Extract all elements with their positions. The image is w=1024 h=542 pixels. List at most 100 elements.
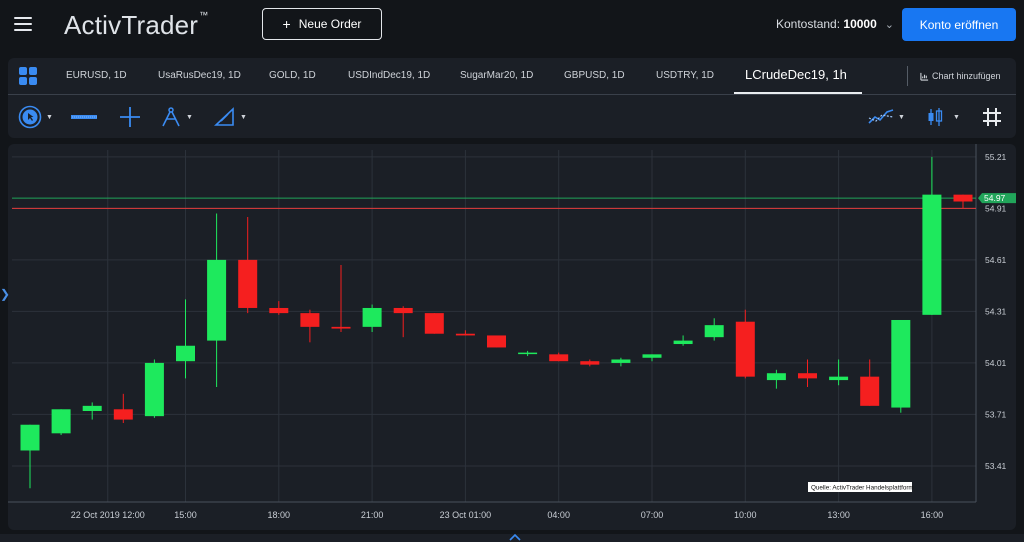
- candle-body[interactable]: [362, 307, 382, 327]
- candle-body[interactable]: [891, 319, 911, 408]
- compare-icon: [868, 109, 894, 124]
- candle-body[interactable]: [735, 321, 755, 377]
- price-chart[interactable]: 53.41 53.71 54.01 54.31 54.61 54.91 55.21 54.97…: [8, 144, 1016, 530]
- candle-body[interactable]: [113, 409, 133, 420]
- cursor-mode-icon: [18, 105, 42, 129]
- tab-gold[interactable]: GOLD, 1D: [269, 70, 316, 81]
- layout-grid-icon[interactable]: [19, 67, 37, 85]
- add-chart-label: Chart hinzufügen: [932, 71, 1001, 81]
- drawing-tools-button[interactable]: ▼: [160, 96, 193, 138]
- candle-body[interactable]: [704, 325, 724, 338]
- candle-body[interactable]: [144, 362, 164, 417]
- chart-controls-panel: EURUSD, 1D UsaRusDec19, 1D GOLD, 1D USDI…: [8, 58, 1016, 138]
- candle-body[interactable]: [487, 335, 506, 348]
- current-price-label: 54.97: [984, 193, 1006, 203]
- x-tick-label: 16:00: [921, 510, 944, 520]
- chevron-up-icon[interactable]: [509, 532, 521, 542]
- tab-usdinddec19[interactable]: USDIndDec19, 1D: [348, 70, 430, 81]
- caret-down-icon: ▼: [898, 113, 905, 121]
- logo-trademark: ™: [199, 10, 209, 21]
- crosshair-button[interactable]: [119, 96, 141, 138]
- y-tick-label: 54.31: [985, 306, 1007, 316]
- x-tick-label: 10:00: [734, 510, 757, 520]
- x-tick-label: 13:00: [827, 510, 850, 520]
- drawing-tools-icon: [162, 107, 180, 127]
- open-account-button[interactable]: Konto eröffnen: [902, 8, 1016, 41]
- y-tick-label: 54.61: [985, 255, 1007, 265]
- grid-toggle-icon: [983, 108, 1001, 126]
- candle-body[interactable]: [176, 345, 195, 362]
- candle-body[interactable]: [860, 376, 880, 406]
- new-order-button[interactable]: + Neue Order: [262, 8, 382, 40]
- candle-body[interactable]: [51, 409, 71, 434]
- open-account-label: Konto eröffnen: [919, 17, 999, 32]
- chevron-down-icon: ⌄: [884, 19, 894, 31]
- tab-usdtry[interactable]: USDTRY, 1D: [656, 70, 714, 81]
- candle-body[interactable]: [20, 424, 40, 451]
- caret-down-icon: ▼: [240, 113, 247, 121]
- x-tick-label: 21:00: [361, 510, 384, 520]
- x-tick-label: 04:00: [547, 510, 570, 520]
- source-note-text: Quelle: ActivTrader Handelsplattform: [811, 485, 914, 492]
- caret-down-icon: ▼: [46, 113, 53, 121]
- tab-usarusdec19[interactable]: UsaRusDec19, 1D: [158, 70, 241, 81]
- tab-lcrudedec19[interactable]: LCrudeDec19, 1h: [745, 67, 847, 82]
- active-tab-indicator: [734, 92, 862, 94]
- candle-body[interactable]: [798, 373, 817, 379]
- y-tick-label: 55.21: [985, 152, 1007, 162]
- candle-type-button[interactable]: ▼: [926, 96, 960, 138]
- x-tick-label: 07:00: [641, 510, 664, 520]
- add-chart-button[interactable]: Chart hinzufügen: [920, 71, 1001, 81]
- candle-body[interactable]: [673, 340, 693, 345]
- candle-body[interactable]: [331, 326, 351, 329]
- shapes-icon: [214, 107, 234, 126]
- cursor-mode-button[interactable]: ▼: [18, 96, 53, 138]
- x-tick-label: 22 Oct 2019 12:00: [71, 510, 145, 520]
- candle-body[interactable]: [580, 361, 600, 365]
- candle-body[interactable]: [766, 373, 786, 381]
- x-tick-label: 23 Oct 01:00: [440, 510, 492, 520]
- candle-body[interactable]: [953, 194, 973, 202]
- candle-type-icon: [928, 108, 943, 126]
- candle-body[interactable]: [455, 333, 475, 336]
- expand-left-icon[interactable]: ❯: [0, 287, 10, 301]
- balance-label: Kontostand:: [776, 17, 841, 31]
- y-tick-label: 53.71: [985, 409, 1007, 419]
- y-tick-label: 54.91: [985, 203, 1007, 213]
- candle-body[interactable]: [207, 259, 227, 341]
- chart-add-icon: [920, 72, 929, 81]
- logo: ActivTrader™: [64, 10, 208, 41]
- new-order-label: Neue Order: [298, 17, 362, 31]
- candle-body[interactable]: [642, 354, 662, 358]
- x-tick-label: 18:00: [268, 510, 291, 520]
- candle-body[interactable]: [829, 376, 849, 381]
- candle-body[interactable]: [269, 307, 289, 314]
- candlestick-chart[interactable]: 53.41 53.71 54.01 54.31 54.61 54.91 55.21 54.97…: [8, 144, 1016, 530]
- candle-body[interactable]: [300, 313, 320, 327]
- candle-body[interactable]: [82, 405, 102, 411]
- y-tick-label: 53.41: [985, 461, 1007, 471]
- menu-icon[interactable]: [14, 17, 32, 31]
- logo-text: ActivTrader: [64, 10, 199, 40]
- account-balance-dropdown[interactable]: Kontostand: 10000 ⌄: [776, 17, 894, 31]
- caret-down-icon: ▼: [186, 113, 193, 121]
- candle-body[interactable]: [424, 313, 444, 334]
- candle-body[interactable]: [238, 259, 258, 308]
- chart-tabs: EURUSD, 1D UsaRusDec19, 1D GOLD, 1D USDI…: [8, 58, 1016, 95]
- grid-toggle-button[interactable]: [982, 96, 1002, 138]
- balance-value: 10000: [843, 17, 877, 31]
- candle-body[interactable]: [549, 354, 569, 362]
- tabs-divider: [907, 66, 908, 86]
- indicator-button[interactable]: [70, 96, 98, 138]
- candle-body[interactable]: [393, 307, 413, 314]
- tab-sugarmar20[interactable]: SugarMar20, 1D: [460, 70, 533, 81]
- tab-eurusd[interactable]: EURUSD, 1D: [66, 70, 127, 81]
- candle-body[interactable]: [518, 352, 538, 355]
- top-bar: ActivTrader™ + Neue Order Kontostand: 100…: [0, 0, 1024, 50]
- tab-gbpusd[interactable]: GBPUSD, 1D: [564, 70, 625, 81]
- candle-body[interactable]: [922, 194, 942, 315]
- shapes-button[interactable]: ▼: [214, 96, 247, 138]
- compare-button[interactable]: ▼: [868, 96, 905, 138]
- caret-down-icon: ▼: [953, 113, 960, 121]
- candle-body[interactable]: [611, 359, 631, 363]
